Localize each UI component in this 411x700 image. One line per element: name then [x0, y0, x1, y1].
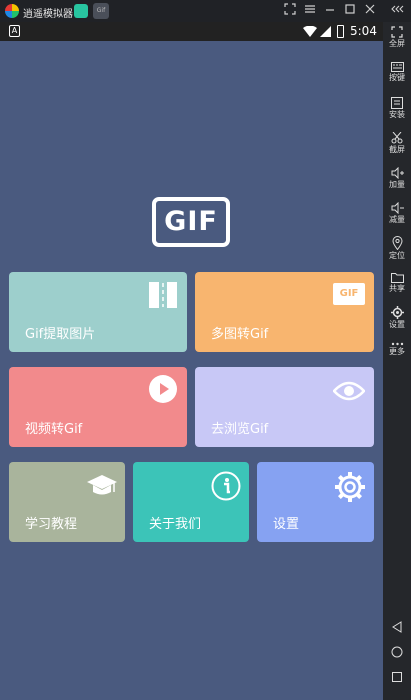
tile-label: 关于我们 — [149, 517, 202, 532]
fullscreen-icon — [391, 26, 403, 38]
back-icon — [392, 621, 402, 633]
tile-label: 多图转Gif — [211, 327, 269, 342]
tile-browse-gif[interactable]: 去浏览Gif — [195, 367, 374, 447]
location-pin-icon — [391, 236, 403, 250]
minimize-icon[interactable] — [322, 3, 338, 19]
tile-label: 去浏览Gif — [211, 422, 269, 437]
folder-icon — [390, 273, 404, 283]
gif-badge-icon: GIF — [333, 283, 365, 305]
app-main: GIF Gif提取图片 GIF 多图转Gif 视频转Gif 去浏览Gif 学习教… — [0, 41, 383, 700]
keyboard-icon — [390, 62, 404, 72]
sidebar-item-label: 安装 — [389, 110, 405, 119]
sidebar-item-label: 加量 — [389, 180, 405, 189]
play-icon — [149, 375, 177, 403]
sidebar-item-more[interactable]: 更多 — [383, 342, 411, 357]
android-status-bar: A 5:04 — [0, 22, 383, 41]
sidebar-item-keys[interactable]: 按键 — [383, 62, 411, 83]
emulator-titlebar: 逍遥模拟器 Gif — [0, 0, 411, 22]
eye-icon — [333, 381, 365, 401]
tile-video-to-gif[interactable]: 视频转Gif — [9, 367, 187, 447]
gear-icon — [390, 306, 404, 319]
tile-tutorial[interactable]: 学习教程 — [9, 462, 125, 542]
film-strip-icon — [149, 282, 177, 308]
tab-gif-app[interactable]: Gif — [93, 3, 109, 19]
volume-up-icon — [391, 167, 404, 179]
status-time: 5:04 — [350, 24, 377, 38]
sidebar-item-settings[interactable]: 设置 — [383, 306, 411, 330]
collapse-icon[interactable] — [389, 3, 405, 19]
graduation-cap-icon — [87, 475, 117, 495]
sidebar-item-label: 设置 — [389, 320, 405, 329]
sidebar-item-label: 共享 — [389, 284, 405, 293]
sidebar-item-label: 更多 — [389, 347, 405, 356]
sidebar-item-screenshot[interactable]: 截屏 — [383, 132, 411, 155]
tile-label: Gif提取图片 — [25, 327, 96, 342]
notification-a-icon: A — [9, 25, 20, 37]
emulator-sidebar: 全屏 按键 安装 截屏 加量 减量 定位 共享 设置 更多 — [383, 22, 411, 700]
tile-images-to-gif[interactable]: GIF 多图转Gif — [195, 272, 374, 352]
nav-back-button[interactable] — [383, 618, 411, 637]
wifi-icon — [303, 26, 317, 37]
sidebar-item-label: 定位 — [389, 251, 405, 260]
signal-icon — [320, 26, 331, 37]
more-icon — [391, 342, 403, 346]
emulator-logo-icon — [5, 4, 19, 18]
tile-label: 视频转Gif — [25, 422, 83, 437]
sidebar-item-volume-down[interactable]: 减量 — [383, 202, 411, 225]
tile-settings[interactable]: 设置 — [257, 462, 374, 542]
window-title: 逍遥模拟器 — [23, 9, 73, 20]
sidebar-item-install[interactable]: 安装 — [383, 97, 411, 120]
recents-icon — [392, 672, 402, 682]
tab-app-home[interactable] — [74, 4, 88, 18]
nav-recents-button[interactable] — [383, 668, 411, 687]
maximize-icon[interactable] — [342, 3, 358, 19]
close-icon[interactable] — [362, 3, 378, 19]
scissors-icon — [391, 132, 403, 144]
gear-icon — [335, 472, 365, 502]
tile-label: 设置 — [273, 517, 300, 532]
fullscreen-exit-icon[interactable] — [282, 3, 298, 19]
battery-icon — [337, 25, 344, 38]
info-icon — [211, 471, 241, 501]
home-icon — [391, 646, 403, 658]
sidebar-item-fullscreen[interactable]: 全屏 — [383, 26, 411, 49]
sidebar-item-label: 截屏 — [389, 145, 405, 154]
sidebar-item-label: 全屏 — [389, 39, 405, 48]
volume-down-icon — [391, 202, 404, 214]
sidebar-item-share[interactable]: 共享 — [383, 272, 411, 294]
tile-about-us[interactable]: 关于我们 — [133, 462, 249, 542]
sidebar-item-volume-up[interactable]: 加量 — [383, 167, 411, 190]
menu-icon[interactable] — [302, 3, 318, 19]
tile-label: 学习教程 — [25, 517, 78, 532]
sidebar-item-location[interactable]: 定位 — [383, 236, 411, 261]
apk-install-icon — [391, 97, 403, 109]
gif-logo: GIF — [152, 197, 230, 247]
sidebar-item-label: 减量 — [389, 215, 405, 224]
tile-extract-images[interactable]: Gif提取图片 — [9, 272, 187, 352]
sidebar-item-label: 按键 — [389, 73, 405, 82]
nav-home-button[interactable] — [383, 643, 411, 662]
